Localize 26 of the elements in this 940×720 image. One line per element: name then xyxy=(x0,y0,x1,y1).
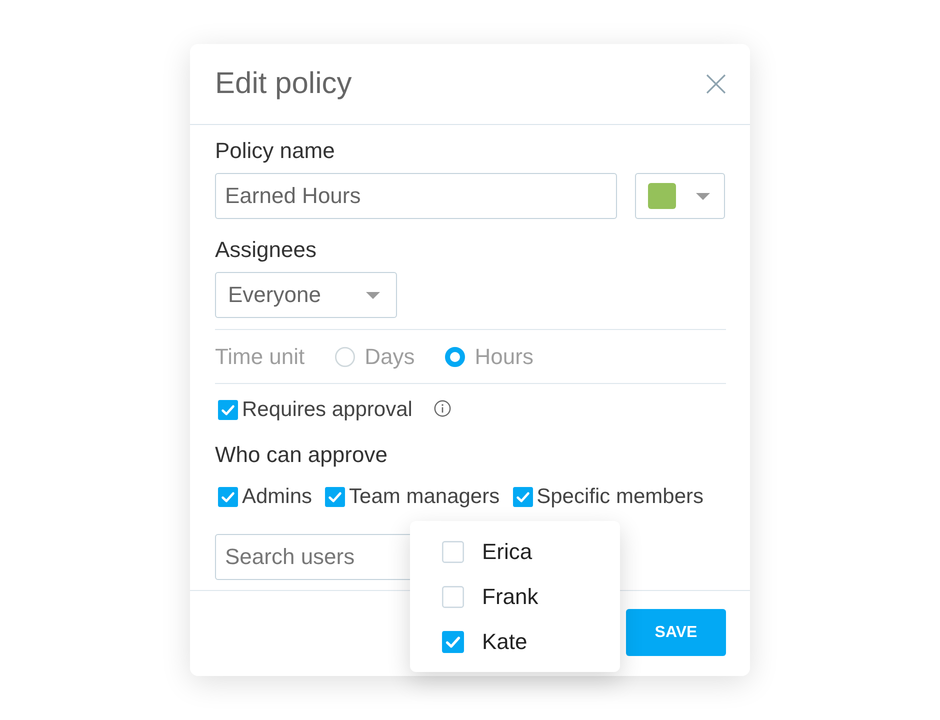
assignee-select[interactable]: Everyone xyxy=(215,272,397,318)
checkbox[interactable] xyxy=(442,540,464,562)
policy-name-input[interactable]: Earned Hours xyxy=(215,173,617,219)
caret-icon xyxy=(366,292,380,298)
checkbox-option[interactable]: Team managers xyxy=(325,485,500,509)
checkbox[interactable] xyxy=(512,487,533,507)
radio-label: Days xyxy=(364,344,415,370)
field-label: Who can approve xyxy=(215,442,388,468)
checkbox[interactable] xyxy=(218,487,238,507)
close-icon xyxy=(706,74,726,94)
color-select[interactable] xyxy=(635,173,725,219)
caret-icon xyxy=(696,192,710,200)
info-icon xyxy=(434,400,452,417)
checkbox[interactable] xyxy=(442,586,464,608)
dialog-title: Edit policy xyxy=(215,67,352,101)
checkbox[interactable] xyxy=(442,630,464,652)
checkbox[interactable] xyxy=(218,400,238,420)
checkbox-option[interactable]: Specific members xyxy=(512,485,704,509)
checkbox-option[interactable]: Admins xyxy=(218,485,312,509)
field-label: Assignees xyxy=(215,237,318,263)
checkbox-option[interactable]: Requires approval xyxy=(218,398,412,422)
radio-label: Hours xyxy=(474,344,534,370)
menu-item[interactable]: Kate xyxy=(410,619,620,664)
field-label: Policy name xyxy=(215,138,336,164)
time-unit-label: Time unit xyxy=(215,344,305,370)
checkbox[interactable] xyxy=(325,487,346,507)
